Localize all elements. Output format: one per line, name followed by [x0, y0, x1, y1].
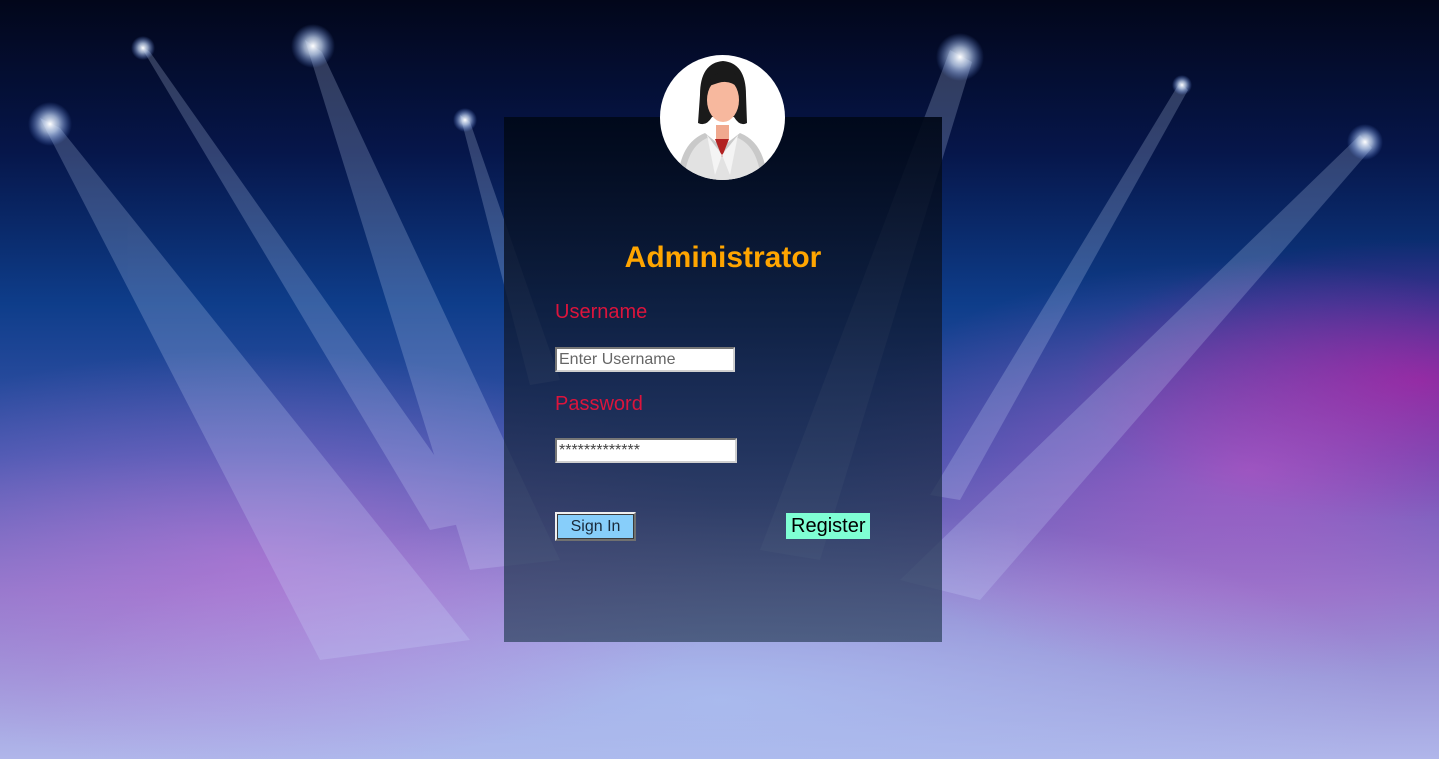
- sign-in-button[interactable]: Sign In: [555, 512, 636, 541]
- login-panel: [504, 117, 942, 642]
- username-label: Username: [555, 301, 648, 323]
- stage-lights-background: Administrator Username Password Sign In …: [0, 0, 1439, 759]
- businesswoman-avatar-icon: [660, 55, 785, 180]
- username-input[interactable]: [555, 347, 735, 372]
- login-title: Administrator: [624, 241, 822, 274]
- register-button[interactable]: Register: [786, 513, 871, 539]
- password-input[interactable]: [555, 438, 737, 463]
- password-label: Password: [555, 393, 643, 415]
